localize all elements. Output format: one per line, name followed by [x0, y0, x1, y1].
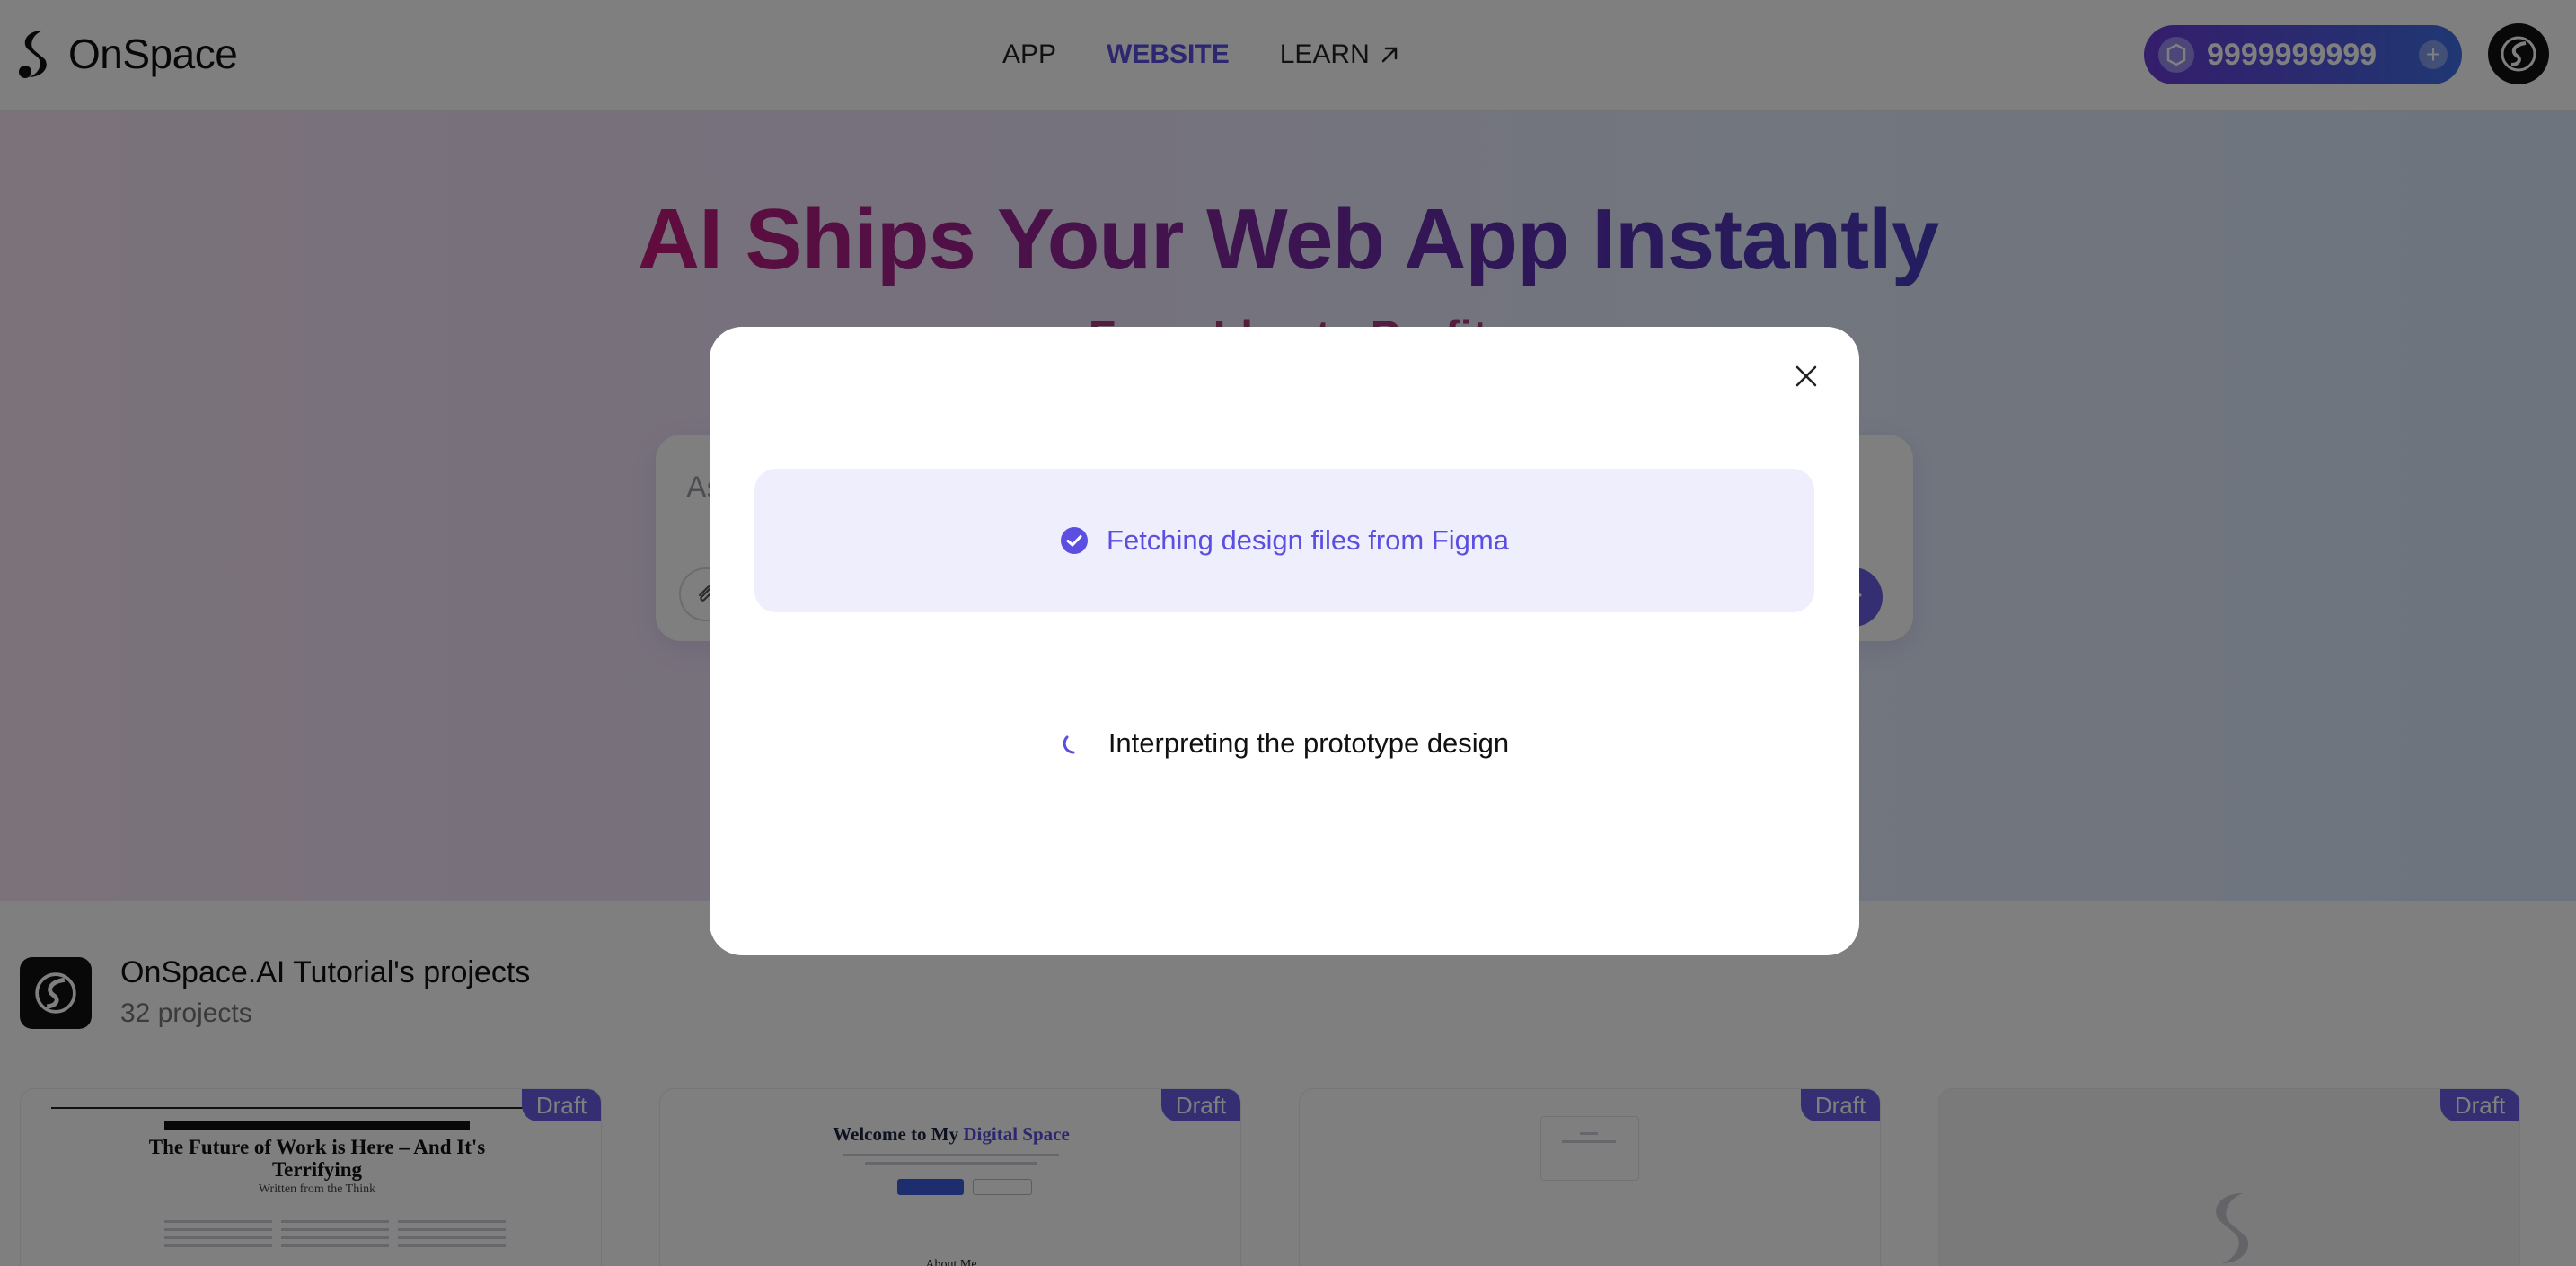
figma-import-modal: Fetching design files from Figma Interpr… [710, 327, 1859, 955]
check-circle-icon [1061, 527, 1089, 554]
step-label: Fetching design files from Figma [1107, 524, 1509, 556]
step-interpreting-design: Interpreting the prototype design [754, 672, 1814, 815]
close-icon [1795, 365, 1817, 387]
step-fetching-figma: Fetching design files from Figma [754, 469, 1814, 612]
close-button[interactable] [1784, 354, 1829, 399]
loading-spinner-icon [1063, 735, 1075, 754]
step-label: Interpreting the prototype design [1107, 727, 1510, 759]
